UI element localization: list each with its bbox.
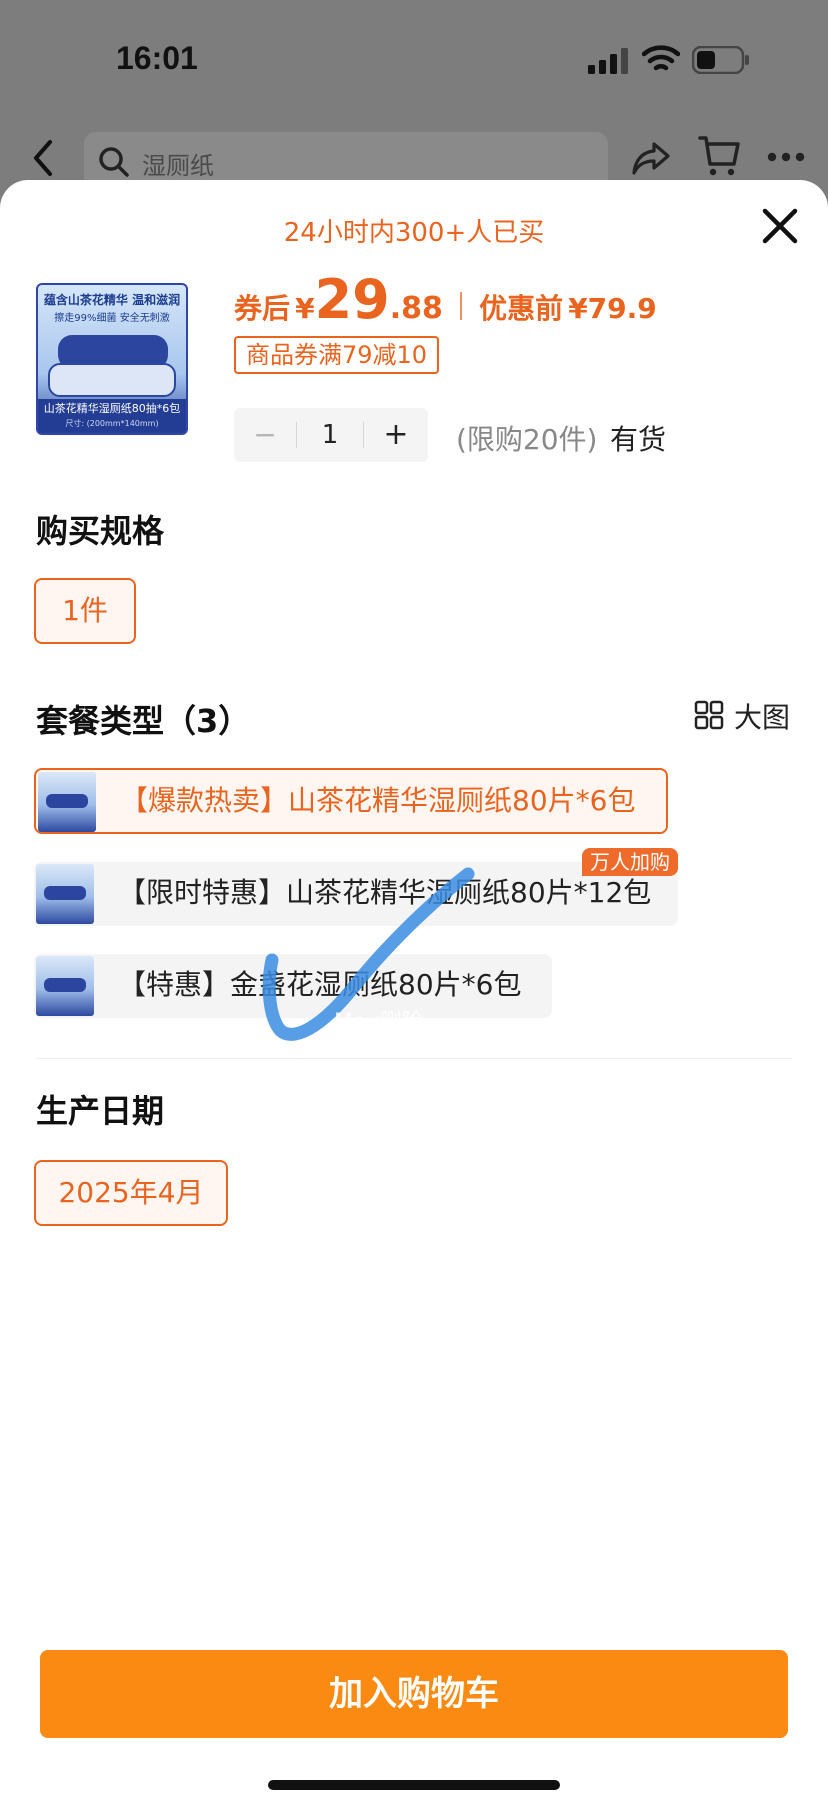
watermark-text: May删除	[334, 1010, 424, 1035]
more-icon[interactable]	[766, 150, 806, 164]
product-thumbnail[interactable]: 蕴含山茶花精华 温和滋润 擦走99%细菌 安全无刺激 山茶花精华湿厕纸80抽*6…	[36, 283, 188, 435]
decrease-button[interactable]: −	[234, 408, 296, 462]
thumb-title-bar: 山茶花精华湿厕纸80抽*6包 尺寸: (200mm*140mm)	[38, 399, 186, 433]
package-label: 【特惠】金盏花湿厕纸80片*6包	[118, 968, 522, 1001]
search-placeholder: 湿厕纸	[142, 152, 214, 180]
share-icon[interactable]	[630, 138, 672, 178]
thumb-bar-title: 山茶花精华湿厕纸80抽*6包	[43, 402, 181, 415]
production-date-option[interactable]: 2025年4月	[34, 1160, 228, 1226]
package-label: 【爆款热卖】山茶花精华湿厕纸80片*6包	[120, 784, 636, 817]
battery-icon	[692, 46, 749, 74]
wifi-icon	[642, 45, 680, 71]
thumb-bar-size: 尺寸: (200mm*140mm)	[65, 419, 159, 428]
thumb-subline: 擦走99%细菌 安全无刺激	[54, 313, 170, 324]
grid-icon	[694, 700, 724, 730]
quantity-value[interactable]: 1	[297, 408, 363, 462]
increase-button[interactable]: +	[364, 408, 428, 462]
home-indicator	[268, 1780, 560, 1790]
package-label: 【限时特惠】山茶花精华湿厕纸80片*12包	[118, 876, 652, 909]
price-integer: 29	[314, 268, 390, 331]
after-coupon-label: 券后	[234, 292, 291, 325]
package-option[interactable]: 【爆款热卖】山茶花精华湿厕纸80片*6包	[34, 768, 668, 834]
spec-option[interactable]: 1件	[34, 578, 136, 644]
purchase-limit: (限购20件)	[456, 423, 598, 456]
cart-icon[interactable]	[698, 134, 740, 178]
recent-buyers-text: 24小时内300+人已买	[283, 218, 545, 248]
package-option[interactable]: 【特惠】金盏花湿厕纸80片*6包	[34, 954, 552, 1018]
section-divider	[36, 1058, 792, 1059]
status-bar: 16:01	[0, 0, 828, 110]
price-row: 券后 ¥29.88 优惠前 ¥79.9	[234, 268, 657, 331]
coupon-tag: 商品券满79减10	[234, 336, 440, 374]
spec-title: 购买规格	[36, 512, 165, 550]
status-time: 16:01	[116, 40, 198, 76]
price-decimal: .88	[389, 291, 443, 326]
close-icon[interactable]	[758, 204, 802, 248]
stock-status: 有货	[610, 423, 667, 456]
production-date-title: 生产日期	[36, 1092, 165, 1130]
quantity-stepper: − 1 +	[234, 408, 428, 462]
thumb-headline: 蕴含山茶花精华 温和滋润	[43, 293, 181, 307]
package-title: 套餐类型（3）	[36, 702, 251, 740]
package-thumb	[36, 956, 94, 1016]
add-to-cart-button[interactable]: 加入购物车	[40, 1650, 788, 1738]
search-icon	[99, 147, 129, 177]
hot-badge: 万人加购	[582, 848, 678, 876]
cellular-signal-icon	[588, 48, 628, 74]
big-view-label: 大图	[734, 701, 791, 734]
thumb-pack-image	[48, 363, 176, 397]
currency-symbol: ¥	[295, 292, 315, 325]
sku-selector-sheet: 24小时内300+人已买 蕴含山茶花精华 温和滋润 擦走99%细菌 安全无刺激 …	[0, 180, 828, 1800]
price-separator	[460, 292, 462, 320]
package-thumb	[38, 772, 96, 832]
back-icon[interactable]	[28, 138, 58, 178]
before-discount-price: ¥79.9	[568, 292, 657, 325]
package-thumb	[36, 864, 94, 924]
before-discount-label: 优惠前	[479, 292, 564, 325]
